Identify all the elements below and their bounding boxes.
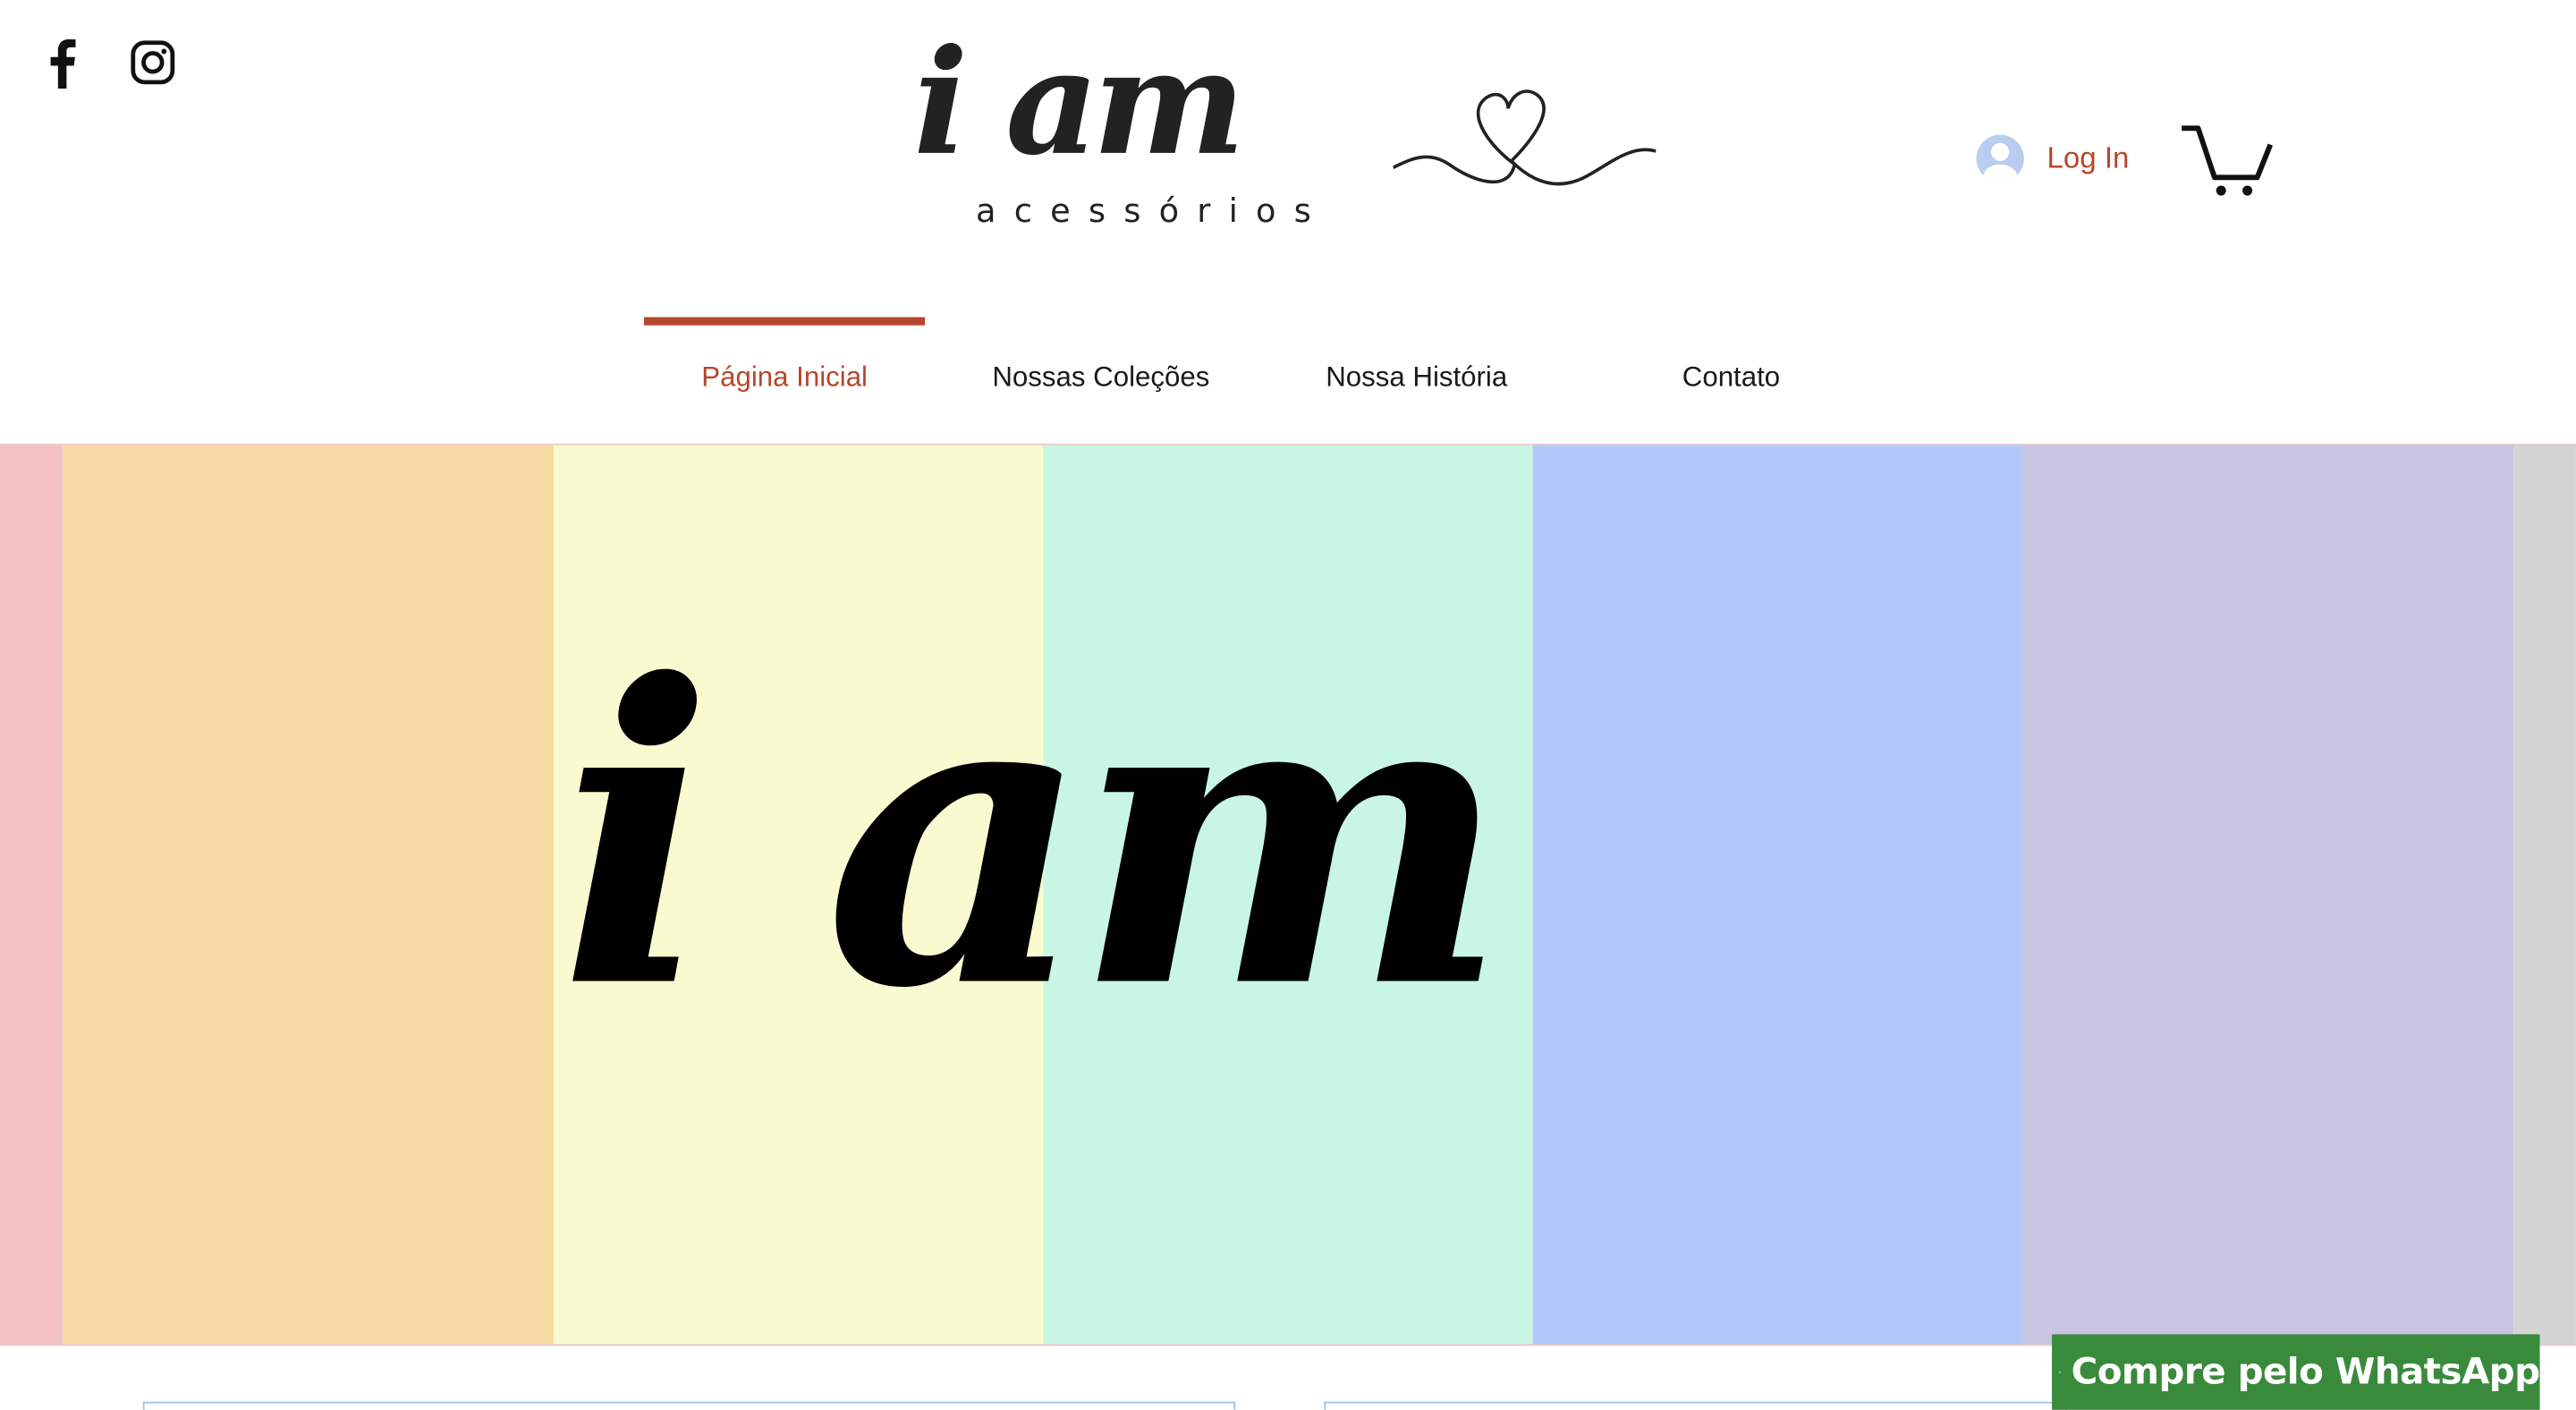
- hero-stripe-blue: [1532, 445, 2022, 1345]
- site-logo[interactable]: i am acessórios: [901, 30, 1657, 231]
- nav-item-pagina-inicial[interactable]: Página Inicial: [701, 361, 868, 395]
- logo-subtitle: acessórios: [975, 191, 1330, 231]
- avatar-icon: [1976, 133, 2024, 182]
- instagram-icon[interactable]: [128, 36, 177, 97]
- whatsapp-icon: [2058, 1371, 2062, 1374]
- login-label: Log In: [2046, 140, 2130, 174]
- login-button[interactable]: Log In: [1976, 132, 2130, 184]
- nav-active-indicator: [643, 317, 926, 326]
- nav-item-nossa-historia[interactable]: Nossa História: [1326, 361, 1507, 395]
- whatsapp-button[interactable]: Compre pelo WhatsApp: [2052, 1334, 2540, 1410]
- hero-stripe-purple: [2021, 445, 2514, 1345]
- content-card-right: [1324, 1401, 2067, 1410]
- logo-wordmark: i am: [913, 16, 1245, 188]
- cart-icon[interactable]: [2178, 122, 2274, 208]
- hero-stripe-orange: [62, 445, 554, 1345]
- hero-wordmark: i am: [558, 594, 1509, 1078]
- page: i am acessórios Log In Página Inicial No…: [0, 0, 2576, 1410]
- hero-stripe-pink: [0, 445, 63, 1345]
- heart-flourish-icon: [1393, 89, 1657, 186]
- whatsapp-label: Compre pelo WhatsApp: [2071, 1351, 2540, 1393]
- hero-stripe-gray: [2513, 445, 2576, 1345]
- content-card-left: [142, 1401, 1236, 1410]
- nav-item-contato[interactable]: Contato: [1682, 361, 1780, 395]
- nav-item-nossas-colecoes[interactable]: Nossas Coleções: [992, 361, 1209, 395]
- facebook-icon[interactable]: [39, 36, 85, 97]
